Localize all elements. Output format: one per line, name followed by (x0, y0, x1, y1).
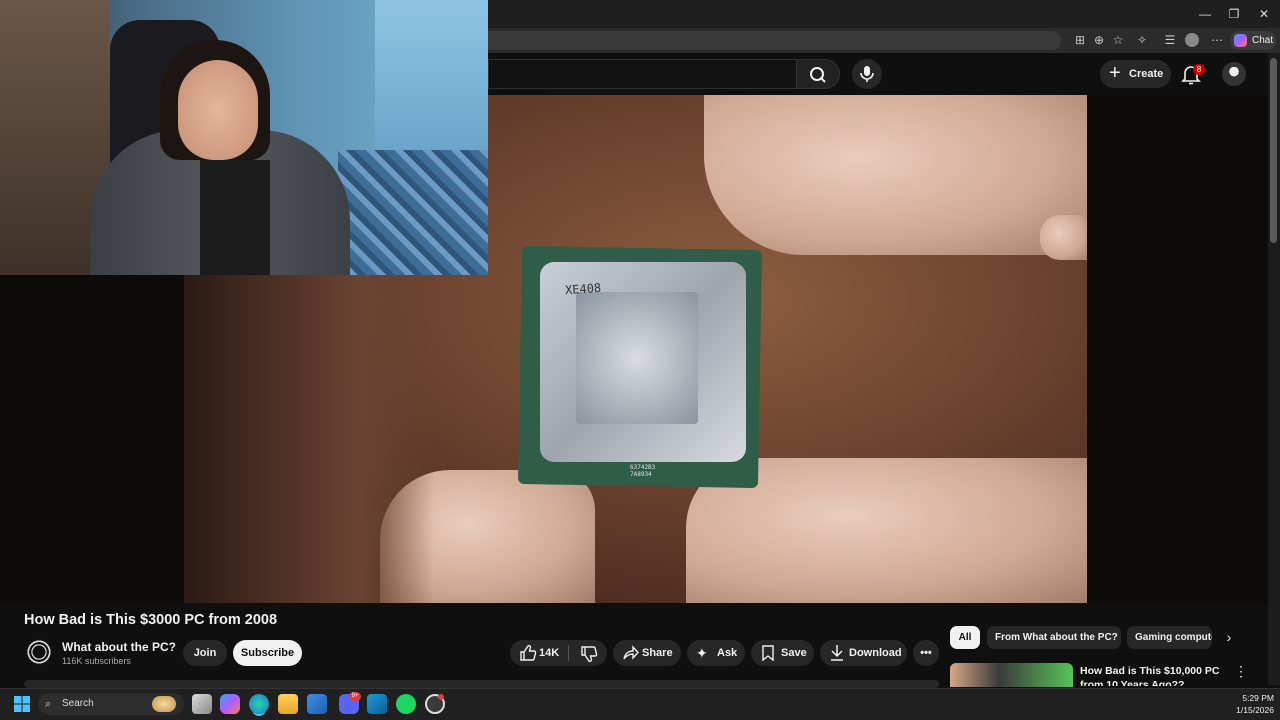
thermal-paste (576, 292, 698, 424)
description-box[interactable] (24, 680, 939, 688)
cpu-serial-code: 63742B3 7A8934 (630, 464, 656, 478)
thumbs-down-icon (581, 646, 598, 663)
more-vertical-icon[interactable]: ⋮ (1234, 664, 1248, 680)
discord-badge: 9+ (349, 692, 361, 701)
video-left-hand (184, 275, 434, 603)
download-button[interactable]: Download (820, 640, 907, 666)
extensions-icon[interactable]: ✧ (1134, 32, 1150, 48)
chevron-right-icon[interactable]: › (1220, 628, 1238, 646)
favorite-star-icon[interactable]: ☆ (1110, 32, 1126, 48)
plus-icon: + (1109, 62, 1121, 84)
cpu-handwritten-marking: XE408 (564, 280, 602, 298)
like-divider (568, 645, 569, 661)
join-button[interactable]: Join (183, 640, 227, 666)
video-title: How Bad is This $3000 PC from 2008 (24, 612, 278, 628)
more-actions-button[interactable]: ••• (913, 640, 939, 666)
chip-gaming-computers[interactable]: Gaming computers (1127, 626, 1212, 649)
related-video-thumbnail[interactable] (950, 663, 1073, 687)
chip-all[interactable]: All (950, 626, 980, 649)
related-video-title[interactable]: How Bad is This $10,000 PC from 10 Years… (1080, 664, 1230, 686)
search-icon: ⌕ (45, 698, 52, 710)
channel-avatar[interactable] (24, 637, 54, 667)
zoom-icon[interactable]: ⊕ (1091, 32, 1107, 48)
dislike-button[interactable] (578, 640, 598, 676)
microsoft-store-icon[interactable] (307, 694, 327, 714)
notification-count-badge: 8 (1193, 64, 1205, 75)
webcam-person-shirt (200, 160, 270, 275)
spotify-icon[interactable] (396, 694, 416, 714)
subscribe-button[interactable]: Subscribe (233, 640, 302, 666)
microphone-icon (860, 66, 874, 82)
copilot-app-icon[interactable] (220, 694, 240, 714)
photos-app-icon[interactable] (367, 694, 387, 714)
download-icon (828, 640, 846, 676)
like-count: 14K (539, 647, 560, 659)
save-button[interactable]: Save (751, 640, 814, 666)
webcam-person-face (178, 60, 258, 160)
search-input[interactable] (488, 59, 796, 89)
recording-indicator (438, 694, 444, 700)
chat-label: Chat (1252, 35, 1274, 46)
chip-from-channel[interactable]: From What about the PC? (987, 626, 1121, 649)
clock-time[interactable]: 5:29 PM (1234, 693, 1274, 703)
voice-search-button[interactable] (852, 59, 882, 89)
taskbar-search-label: Search (62, 698, 94, 709)
file-explorer-icon[interactable] (278, 694, 298, 714)
start-button[interactable] (12, 694, 32, 714)
address-bar[interactable] (488, 31, 1061, 50)
video-finger-top (704, 95, 1087, 255)
ask-label: Ask (717, 647, 738, 659)
scrollbar-thumb[interactable] (1270, 58, 1277, 243)
task-view-icon[interactable] (192, 694, 212, 714)
close-icon[interactable]: ✕ (1249, 4, 1279, 24)
subscriber-count: 116K subscribers (62, 656, 131, 666)
ask-button[interactable]: ✦ Ask (687, 640, 745, 666)
edge-browser-icon[interactable] (249, 694, 269, 714)
restore-icon[interactable]: ❐ (1219, 4, 1249, 24)
save-label: Save (781, 647, 807, 659)
webcam-overlay (0, 0, 488, 275)
profile-icon[interactable] (1185, 33, 1199, 47)
sparkle-icon: ✦ (696, 645, 708, 661)
webcam-door (375, 0, 488, 150)
favorites-icon[interactable]: ☰ (1162, 32, 1178, 48)
search-button[interactable] (796, 59, 840, 89)
thumbs-up-icon (520, 644, 537, 661)
more-horizontal-icon: ••• (920, 647, 932, 659)
taskbar-search[interactable]: ⌕ Search (38, 693, 184, 715)
channel-name[interactable]: What about the PC? (62, 640, 176, 654)
search-icon (810, 67, 826, 83)
create-button[interactable]: + Create (1100, 60, 1171, 88)
minimize-icon[interactable]: — (1190, 4, 1220, 24)
bookmark-icon (760, 640, 776, 676)
share-button[interactable]: Share (613, 640, 681, 666)
copilot-icon (1234, 34, 1247, 47)
like-dislike-group: 14K (510, 640, 607, 666)
webcam-bed (338, 150, 488, 275)
windows-logo-icon (14, 696, 30, 712)
share-label: Share (642, 647, 673, 659)
copilot-chat-button[interactable]: Chat (1230, 31, 1276, 50)
account-avatar[interactable] (1222, 62, 1246, 86)
create-label: Create (1129, 68, 1164, 80)
video-finger-side (1040, 215, 1087, 260)
search-highlight-icon (152, 696, 176, 712)
share-icon (621, 640, 639, 676)
app-available-icon[interactable]: ⊞ (1072, 32, 1088, 48)
more-menu-icon[interactable]: ⋯ (1209, 32, 1225, 48)
download-label: Download (849, 647, 902, 659)
clock-date[interactable]: 1/15/2026 (1226, 705, 1274, 715)
like-button[interactable] (517, 640, 537, 676)
